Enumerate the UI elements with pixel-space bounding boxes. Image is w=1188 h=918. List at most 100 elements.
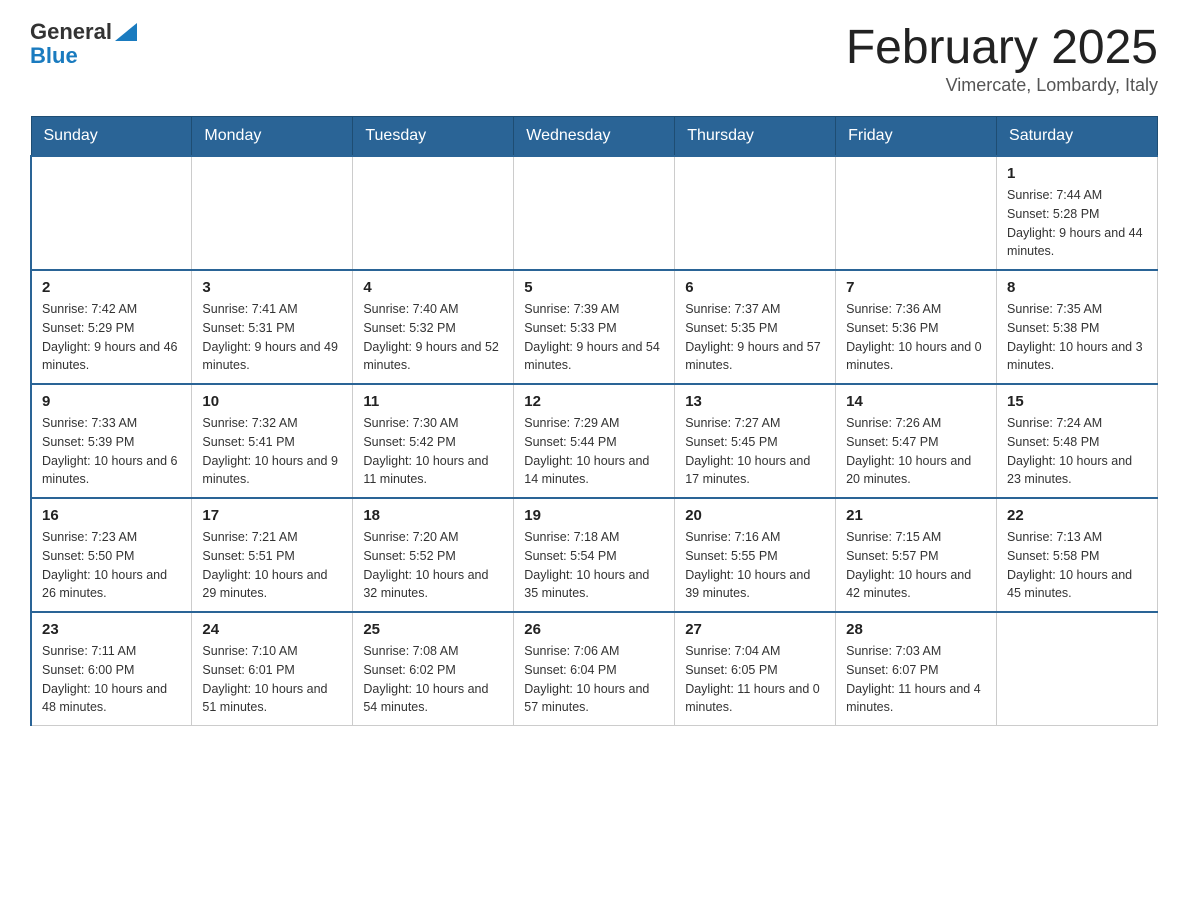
calendar-cell xyxy=(31,156,192,270)
calendar-cell xyxy=(192,156,353,270)
day-number: 19 xyxy=(524,507,664,524)
calendar-week-row: 9 Sunrise: 7:33 AM Sunset: 5:39 PM Daylig… xyxy=(31,384,1158,498)
calendar-day-header: Monday xyxy=(192,117,353,157)
logo-blue-text: Blue xyxy=(30,43,78,68)
day-info: Sunrise: 7:39 AM Sunset: 5:33 PM Dayligh… xyxy=(524,300,664,375)
day-info: Sunrise: 7:16 AM Sunset: 5:55 PM Dayligh… xyxy=(685,528,825,603)
calendar-cell: 28 Sunrise: 7:03 AM Sunset: 6:07 PM Dayli… xyxy=(836,612,997,726)
day-number: 11 xyxy=(363,393,503,410)
day-info: Sunrise: 7:15 AM Sunset: 5:57 PM Dayligh… xyxy=(846,528,986,603)
calendar-cell: 9 Sunrise: 7:33 AM Sunset: 5:39 PM Daylig… xyxy=(31,384,192,498)
day-info: Sunrise: 7:29 AM Sunset: 5:44 PM Dayligh… xyxy=(524,414,664,489)
calendar-cell: 21 Sunrise: 7:15 AM Sunset: 5:57 PM Dayli… xyxy=(836,498,997,612)
calendar-week-row: 1 Sunrise: 7:44 AM Sunset: 5:28 PM Daylig… xyxy=(31,156,1158,270)
calendar-cell: 27 Sunrise: 7:04 AM Sunset: 6:05 PM Dayli… xyxy=(675,612,836,726)
day-number: 8 xyxy=(1007,279,1147,296)
day-number: 3 xyxy=(202,279,342,296)
day-number: 21 xyxy=(846,507,986,524)
calendar-day-header: Wednesday xyxy=(514,117,675,157)
calendar-cell xyxy=(836,156,997,270)
day-info: Sunrise: 7:23 AM Sunset: 5:50 PM Dayligh… xyxy=(42,528,181,603)
day-info: Sunrise: 7:03 AM Sunset: 6:07 PM Dayligh… xyxy=(846,642,986,717)
calendar-cell xyxy=(514,156,675,270)
calendar-week-row: 16 Sunrise: 7:23 AM Sunset: 5:50 PM Dayli… xyxy=(31,498,1158,612)
logo-general-text: General xyxy=(30,20,112,44)
day-number: 26 xyxy=(524,621,664,638)
calendar-day-header: Tuesday xyxy=(353,117,514,157)
calendar-cell: 6 Sunrise: 7:37 AM Sunset: 5:35 PM Daylig… xyxy=(675,270,836,384)
calendar-header-row: SundayMondayTuesdayWednesdayThursdayFrid… xyxy=(31,117,1158,157)
calendar-cell: 15Sunrise: 7:24 AM Sunset: 5:48 PM Dayli… xyxy=(997,384,1158,498)
day-number: 14 xyxy=(846,393,986,410)
logo-triangle-icon xyxy=(115,23,137,41)
day-number: 5 xyxy=(524,279,664,296)
calendar-cell: 4 Sunrise: 7:40 AM Sunset: 5:32 PM Daylig… xyxy=(353,270,514,384)
day-info: Sunrise: 7:35 AM Sunset: 5:38 PM Dayligh… xyxy=(1007,300,1147,375)
day-info: Sunrise: 7:08 AM Sunset: 6:02 PM Dayligh… xyxy=(363,642,503,717)
day-info: Sunrise: 7:04 AM Sunset: 6:05 PM Dayligh… xyxy=(685,642,825,717)
calendar-cell: 23 Sunrise: 7:11 AM Sunset: 6:00 PM Dayli… xyxy=(31,612,192,726)
logo: General Blue xyxy=(30,20,137,68)
day-number: 17 xyxy=(202,507,342,524)
calendar-week-row: 23 Sunrise: 7:11 AM Sunset: 6:00 PM Dayli… xyxy=(31,612,1158,726)
calendar-week-row: 2Sunrise: 7:42 AM Sunset: 5:29 PM Daylig… xyxy=(31,270,1158,384)
day-info: Sunrise: 7:27 AM Sunset: 5:45 PM Dayligh… xyxy=(685,414,825,489)
calendar-cell: 14 Sunrise: 7:26 AM Sunset: 5:47 PM Dayli… xyxy=(836,384,997,498)
day-info: Sunrise: 7:13 AM Sunset: 5:58 PM Dayligh… xyxy=(1007,528,1147,603)
day-info: Sunrise: 7:41 AM Sunset: 5:31 PM Dayligh… xyxy=(202,300,342,375)
calendar-cell xyxy=(353,156,514,270)
calendar-cell: 25 Sunrise: 7:08 AM Sunset: 6:02 PM Dayli… xyxy=(353,612,514,726)
day-info: Sunrise: 7:44 AM Sunset: 5:28 PM Dayligh… xyxy=(1007,186,1147,261)
calendar-cell: 22 Sunrise: 7:13 AM Sunset: 5:58 PM Dayli… xyxy=(997,498,1158,612)
calendar-cell: 17Sunrise: 7:21 AM Sunset: 5:51 PM Dayli… xyxy=(192,498,353,612)
calendar-day-header: Thursday xyxy=(675,117,836,157)
day-info: Sunrise: 7:40 AM Sunset: 5:32 PM Dayligh… xyxy=(363,300,503,375)
day-number: 9 xyxy=(42,393,181,410)
day-number: 27 xyxy=(685,621,825,638)
calendar-cell: 18Sunrise: 7:20 AM Sunset: 5:52 PM Dayli… xyxy=(353,498,514,612)
day-number: 1 xyxy=(1007,165,1147,182)
day-info: Sunrise: 7:10 AM Sunset: 6:01 PM Dayligh… xyxy=(202,642,342,717)
calendar-cell: 2Sunrise: 7:42 AM Sunset: 5:29 PM Daylig… xyxy=(31,270,192,384)
day-info: Sunrise: 7:11 AM Sunset: 6:00 PM Dayligh… xyxy=(42,642,181,717)
calendar-cell: 5 Sunrise: 7:39 AM Sunset: 5:33 PM Daylig… xyxy=(514,270,675,384)
day-info: Sunrise: 7:20 AM Sunset: 5:52 PM Dayligh… xyxy=(363,528,503,603)
calendar-cell: 10 Sunrise: 7:32 AM Sunset: 5:41 PM Dayli… xyxy=(192,384,353,498)
day-number: 20 xyxy=(685,507,825,524)
calendar-cell: 8 Sunrise: 7:35 AM Sunset: 5:38 PM Daylig… xyxy=(997,270,1158,384)
day-info: Sunrise: 7:06 AM Sunset: 6:04 PM Dayligh… xyxy=(524,642,664,717)
calendar-cell: 1 Sunrise: 7:44 AM Sunset: 5:28 PM Daylig… xyxy=(997,156,1158,270)
day-number: 23 xyxy=(42,621,181,638)
calendar-cell: 26 Sunrise: 7:06 AM Sunset: 6:04 PM Dayli… xyxy=(514,612,675,726)
day-info: Sunrise: 7:30 AM Sunset: 5:42 PM Dayligh… xyxy=(363,414,503,489)
month-title: February 2025 xyxy=(846,20,1158,75)
day-info: Sunrise: 7:18 AM Sunset: 5:54 PM Dayligh… xyxy=(524,528,664,603)
day-number: 16 xyxy=(42,507,181,524)
day-number: 24 xyxy=(202,621,342,638)
day-number: 22 xyxy=(1007,507,1147,524)
day-info: Sunrise: 7:42 AM Sunset: 5:29 PM Dayligh… xyxy=(42,300,181,375)
calendar-cell: 20 Sunrise: 7:16 AM Sunset: 5:55 PM Dayli… xyxy=(675,498,836,612)
day-number: 10 xyxy=(202,393,342,410)
day-info: Sunrise: 7:32 AM Sunset: 5:41 PM Dayligh… xyxy=(202,414,342,489)
day-number: 28 xyxy=(846,621,986,638)
day-number: 4 xyxy=(363,279,503,296)
day-number: 15 xyxy=(1007,393,1147,410)
calendar-day-header: Sunday xyxy=(31,117,192,157)
day-info: Sunrise: 7:26 AM Sunset: 5:47 PM Dayligh… xyxy=(846,414,986,489)
calendar-cell: 11 Sunrise: 7:30 AM Sunset: 5:42 PM Dayli… xyxy=(353,384,514,498)
calendar-table: SundayMondayTuesdayWednesdayThursdayFrid… xyxy=(30,116,1158,726)
day-number: 25 xyxy=(363,621,503,638)
calendar-cell: 24 Sunrise: 7:10 AM Sunset: 6:01 PM Dayli… xyxy=(192,612,353,726)
calendar-cell xyxy=(997,612,1158,726)
page-header: General Blue February 2025 Vimercate, Lo… xyxy=(30,20,1158,96)
day-number: 6 xyxy=(685,279,825,296)
calendar-day-header: Saturday xyxy=(997,117,1158,157)
calendar-cell: 13Sunrise: 7:27 AM Sunset: 5:45 PM Dayli… xyxy=(675,384,836,498)
calendar-day-header: Friday xyxy=(836,117,997,157)
day-info: Sunrise: 7:37 AM Sunset: 5:35 PM Dayligh… xyxy=(685,300,825,375)
calendar-cell: 3 Sunrise: 7:41 AM Sunset: 5:31 PM Daylig… xyxy=(192,270,353,384)
calendar-cell: 16 Sunrise: 7:23 AM Sunset: 5:50 PM Dayli… xyxy=(31,498,192,612)
day-info: Sunrise: 7:33 AM Sunset: 5:39 PM Dayligh… xyxy=(42,414,181,489)
calendar-cell xyxy=(675,156,836,270)
